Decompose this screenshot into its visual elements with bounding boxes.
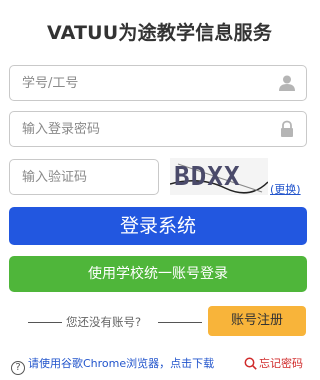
forgot-password-link[interactable]: 忘记密码 [244,355,303,371]
chrome-help-link[interactable]: ? 请使用谷歌Chrome浏览器，点击下载 [11,355,214,375]
captcha-text: BDXX [174,162,241,192]
captcha-field[interactable] [9,159,159,195]
password-field[interactable] [9,111,307,147]
register-button[interactable]: 账号注册 [208,306,306,336]
chrome-help-text[interactable]: 请使用谷歌Chrome浏览器，点击下载 [28,357,214,370]
no-account-text: 您还没有账号? [66,315,142,329]
user-icon [279,75,295,91]
login-button[interactable]: 登录系统 [9,207,307,245]
page-title: VATUU为途教学信息服务 [46,22,273,44]
footer: ? 请使用谷歌Chrome浏览器，点击下载 忘记密码 [0,354,319,375]
divider-left [28,322,62,323]
forgot-password-text[interactable]: 忘记密码 [259,357,303,370]
divider-right [158,322,202,323]
refresh-captcha-link[interactable]: (更换) [270,181,301,197]
question-icon: ? [11,361,25,375]
unified-login-button[interactable]: 使用学校统一账号登录 [9,256,307,292]
captcha-image[interactable]: BDXX [170,158,268,195]
username-field[interactable] [9,65,307,101]
captcha-input[interactable] [22,160,152,194]
search-icon [244,357,257,370]
password-input[interactable] [22,112,262,146]
lock-icon [281,120,293,137]
username-input[interactable] [22,66,262,100]
